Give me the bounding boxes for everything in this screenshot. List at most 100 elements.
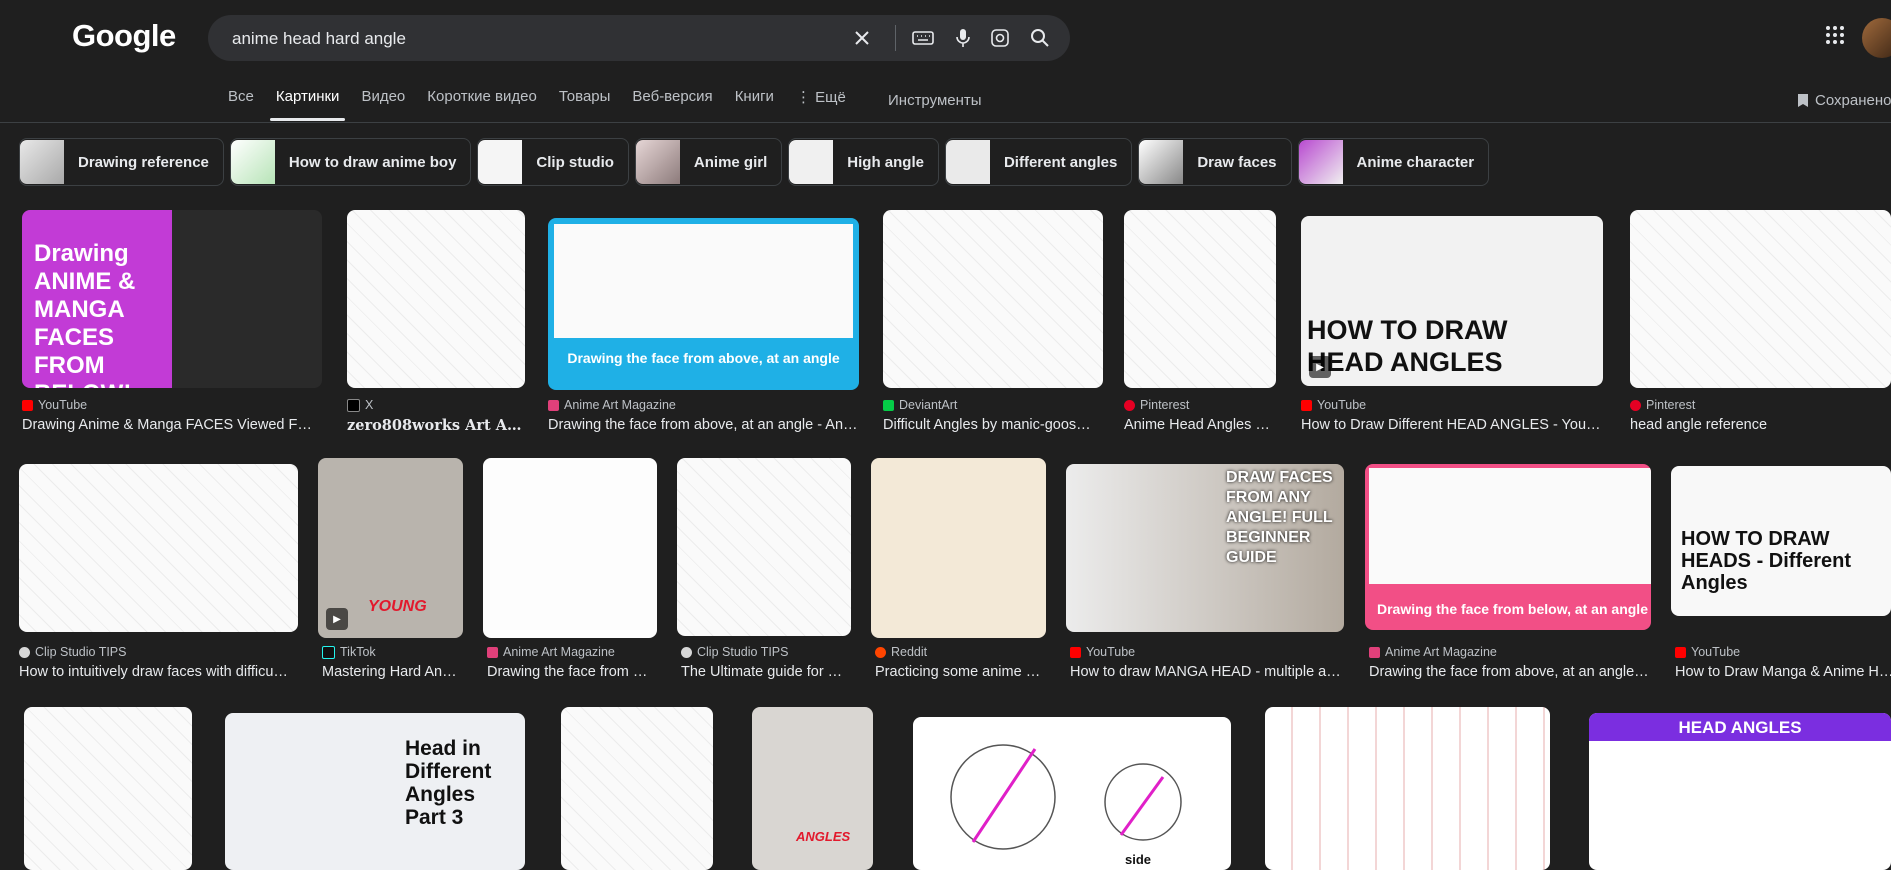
result-source[interactable]: X — [347, 398, 525, 412]
source-name: YouTube — [1317, 398, 1367, 412]
result-thumbnail[interactable] — [483, 458, 657, 638]
source-name: Reddit — [891, 645, 928, 659]
result-thumbnail[interactable]: DRAW FACES FROM ANY ANGLE! FULL BEGINNER… — [1066, 464, 1344, 632]
result-source[interactable]: YouTube — [1675, 645, 1891, 659]
result-title[interactable]: Practicing some anime … — [875, 664, 1050, 680]
avatar[interactable] — [1862, 18, 1891, 58]
result-title[interactable]: How to Draw Different HEAD ANGLES - You… — [1301, 417, 1603, 433]
result-thumbnail[interactable]: Head in Different Angles Part 3 — [225, 713, 525, 870]
result-thumbnail[interactable] — [677, 458, 851, 636]
lens-icon[interactable] — [988, 26, 1012, 50]
result-thumbnail[interactable] — [24, 707, 192, 870]
source-name: YouTube — [1086, 645, 1136, 659]
result-source[interactable]: DeviantArt — [883, 398, 1103, 412]
result-title[interactable]: How to Draw Manga & Anime H… — [1675, 664, 1891, 680]
tab-video[interactable]: Видео — [361, 88, 405, 121]
source-name: Anime Art Magazine — [564, 398, 676, 412]
tab-more[interactable]: ⋮ Ещё — [796, 88, 846, 121]
result-thumbnail[interactable]: side — [913, 717, 1231, 870]
result-thumbnail[interactable]: HOW TO DRAW HEAD ANGLES ▶ — [1301, 216, 1603, 386]
source-name: DeviantArt — [899, 398, 958, 412]
result-thumbnail[interactable]: HOW TO DRAW HEADS - Different Angles — [1671, 466, 1891, 616]
saved-button[interactable]: Сохранено — [1797, 92, 1891, 109]
anime-art-magazine-icon — [487, 646, 498, 658]
deviantart-icon — [883, 399, 894, 411]
tab-shopping[interactable]: Товары — [559, 88, 611, 121]
result-thumbnail[interactable]: ANGLES — [752, 707, 873, 870]
result-source[interactable]: Clip Studio TIPS — [681, 645, 855, 659]
result-source[interactable]: YouTube — [1070, 645, 1348, 659]
google-logo[interactable]: Google — [72, 18, 176, 54]
tab-images[interactable]: Картинки — [269, 88, 345, 121]
result-thumbnail[interactable] — [1124, 210, 1276, 388]
result-thumbnail[interactable] — [561, 707, 713, 870]
chip-high-angle[interactable]: High angle — [788, 138, 939, 186]
apps-icon[interactable] — [1825, 25, 1845, 50]
result-thumbnail[interactable]: Drawing ANIME & MANGA FACES FROM BELOW! — [22, 210, 322, 388]
result-source[interactable]: Pinterest — [1124, 398, 1276, 412]
result-title[interactable]: head angle reference — [1630, 417, 1891, 433]
result-thumbnail[interactable] — [1630, 210, 1891, 388]
result-title[interactable]: The Ultimate guide for … — [681, 664, 855, 680]
chip-different-angles[interactable]: Different angles — [944, 138, 1133, 186]
clear-icon[interactable] — [850, 26, 874, 50]
result-title[interactable]: zero808works Art Arc… — [347, 417, 525, 434]
result-title[interactable]: Difficult Angles by manic-goos… — [883, 417, 1103, 433]
result-source[interactable]: YouTube — [22, 398, 322, 412]
result-title[interactable]: Anime Head Angles … — [1124, 417, 1276, 433]
search-icon[interactable] — [1028, 26, 1052, 50]
result-title[interactable]: Drawing the face from above, at an angle… — [1369, 664, 1659, 680]
tab-short-video[interactable]: Короткие видео — [427, 88, 537, 121]
result-source[interactable]: Pinterest — [1630, 398, 1891, 412]
result-source[interactable]: Anime Art Magazine — [1369, 645, 1659, 659]
search-input[interactable] — [230, 15, 814, 63]
chip-draw-faces[interactable]: Draw faces — [1138, 138, 1292, 186]
result-thumbnail[interactable] — [19, 464, 298, 632]
result-thumbnail[interactable]: Drawing the face from above, at an angle — [548, 218, 859, 390]
chip-anime-girl[interactable]: Anime girl — [634, 138, 783, 186]
thumbnail-caption: Drawing the face from below, at an angle — [1377, 601, 1648, 617]
chip-anime-character[interactable]: Anime character — [1297, 138, 1490, 186]
search-box[interactable] — [208, 15, 1070, 63]
thumbnail-caption: side — [1125, 852, 1152, 867]
result-source[interactable]: Anime Art Magazine — [548, 398, 859, 412]
thumbnail-art — [1369, 468, 1651, 584]
source-name: Pinterest — [1140, 398, 1190, 412]
chip-thumbnail — [230, 140, 275, 184]
chip-drawing-reference[interactable]: Drawing reference — [19, 138, 224, 186]
result-source[interactable]: Clip Studio TIPS — [19, 645, 309, 659]
chip-clip-studio[interactable]: Clip studio — [477, 138, 629, 186]
result-source[interactable]: Anime Art Magazine — [487, 645, 661, 659]
result-source[interactable]: TikTok — [322, 645, 467, 659]
tab-books[interactable]: Книги — [735, 88, 774, 121]
anime-art-magazine-icon — [1369, 646, 1380, 658]
keyboard-icon[interactable] — [911, 26, 935, 50]
result-title[interactable]: How to draw MANGA HEAD - multiple a… — [1070, 664, 1348, 680]
result-source[interactable]: YouTube — [1301, 398, 1603, 412]
mic-icon[interactable] — [951, 26, 975, 50]
result-thumbnail[interactable] — [1265, 707, 1550, 870]
chip-label: Draw faces — [1197, 153, 1277, 171]
chip-thumbnail — [478, 140, 523, 184]
result-thumbnail[interactable] — [883, 210, 1103, 388]
result-thumbnail[interactable] — [871, 458, 1046, 638]
result-title[interactable]: How to intuitively draw faces with diffi… — [19, 664, 309, 680]
result-title[interactable]: Drawing Anime & Manga FACES Viewed FR… — [22, 417, 322, 433]
tabs-divider — [0, 122, 1891, 123]
result-source[interactable]: Reddit — [875, 645, 1050, 659]
tab-all[interactable]: Все — [228, 88, 254, 121]
clip-studio-icon — [19, 646, 30, 658]
result-thumbnail[interactable]: HEAD ANGLES — [1589, 713, 1891, 870]
result-title[interactable]: Drawing the face from … — [487, 664, 661, 680]
result-thumbnail[interactable] — [347, 210, 525, 388]
chip-thumbnail — [635, 140, 680, 184]
result-thumbnail[interactable]: YOUNG ▶ — [318, 458, 463, 638]
result-thumbnail[interactable]: Drawing the face from below, at an angle — [1365, 464, 1651, 630]
chip-how-to-draw-anime-boy[interactable]: How to draw anime boy — [229, 138, 472, 186]
tab-web[interactable]: Веб-версия — [632, 88, 712, 121]
youtube-icon — [1070, 646, 1081, 658]
chip-thumbnail — [20, 140, 64, 184]
tools-button[interactable]: Инструменты — [888, 92, 982, 109]
result-title[interactable]: Mastering Hard An… — [322, 664, 467, 680]
result-title[interactable]: Drawing the face from above, at an angle… — [548, 417, 859, 433]
